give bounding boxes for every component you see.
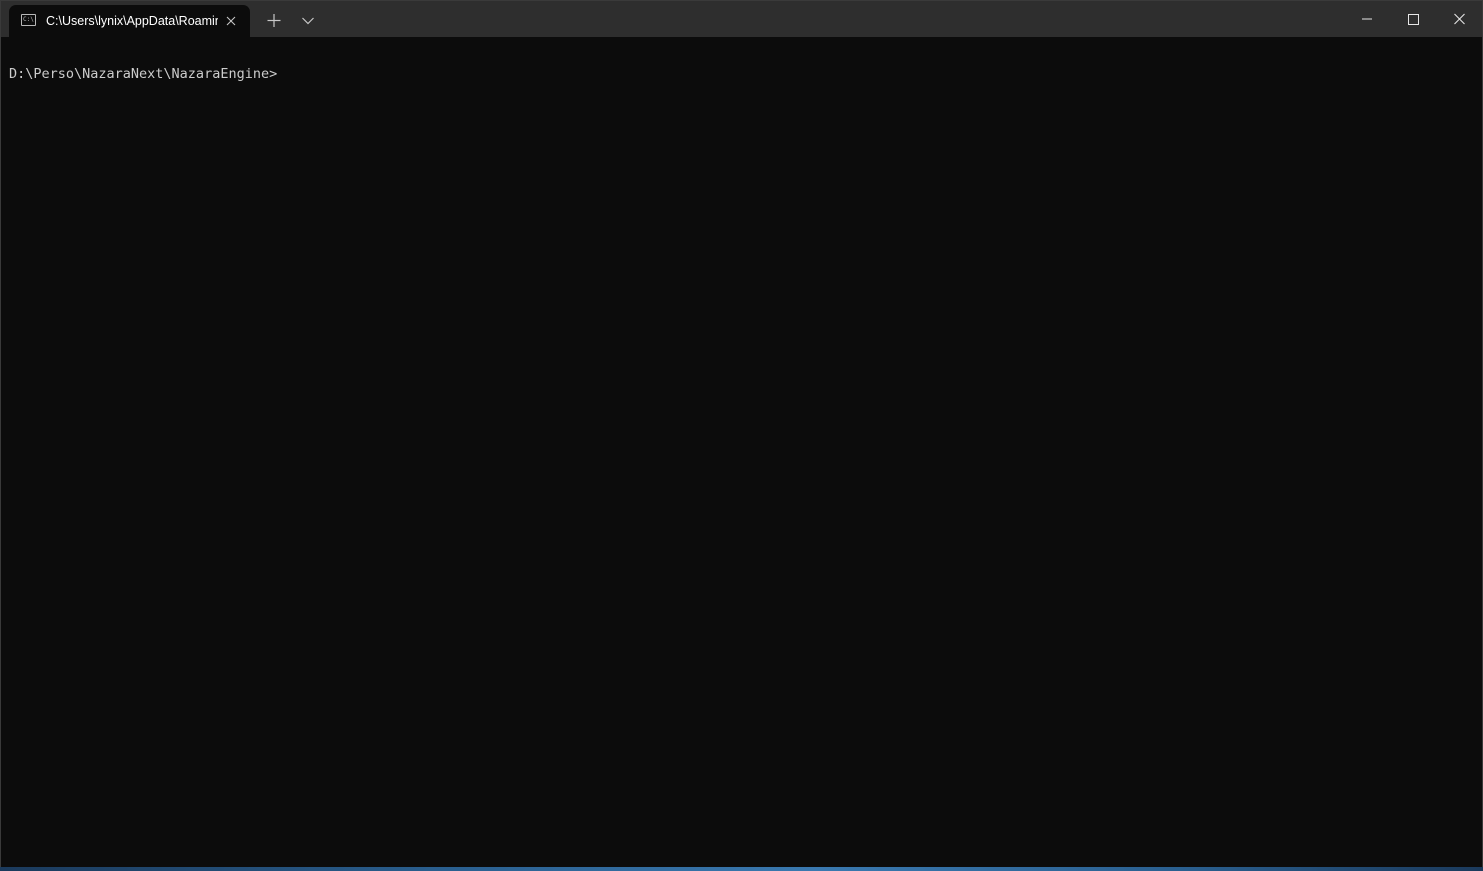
minimize-icon — [1362, 18, 1372, 20]
terminal-window: C:\Users\lynix\AppData\Roamin — [0, 0, 1483, 871]
tab-close-button[interactable] — [223, 13, 239, 29]
tab-active[interactable]: C:\Users\lynix\AppData\Roamin — [9, 5, 250, 37]
title-bar[interactable]: C:\Users\lynix\AppData\Roamin — [1, 1, 1482, 37]
terminal-content[interactable]: D:\Perso\NazaraNext\NazaraEngine> — [1, 37, 1482, 870]
close-window-button[interactable] — [1436, 1, 1482, 37]
new-tab-button[interactable] — [259, 5, 289, 35]
maximize-button[interactable] — [1390, 1, 1436, 37]
command-prompt: D:\Perso\NazaraNext\NazaraEngine> — [9, 66, 278, 82]
close-icon — [226, 16, 236, 26]
chevron-down-icon — [302, 17, 314, 25]
terminal-icon — [21, 14, 36, 26]
tab-title: C:\Users\lynix\AppData\Roamin — [46, 14, 218, 28]
desktop-background-strip — [0, 867, 1483, 871]
maximize-icon — [1408, 14, 1419, 25]
close-icon — [1454, 13, 1465, 25]
minimize-button[interactable] — [1344, 1, 1390, 37]
tab-dropdown-button[interactable] — [293, 5, 323, 35]
plus-icon — [267, 14, 281, 27]
